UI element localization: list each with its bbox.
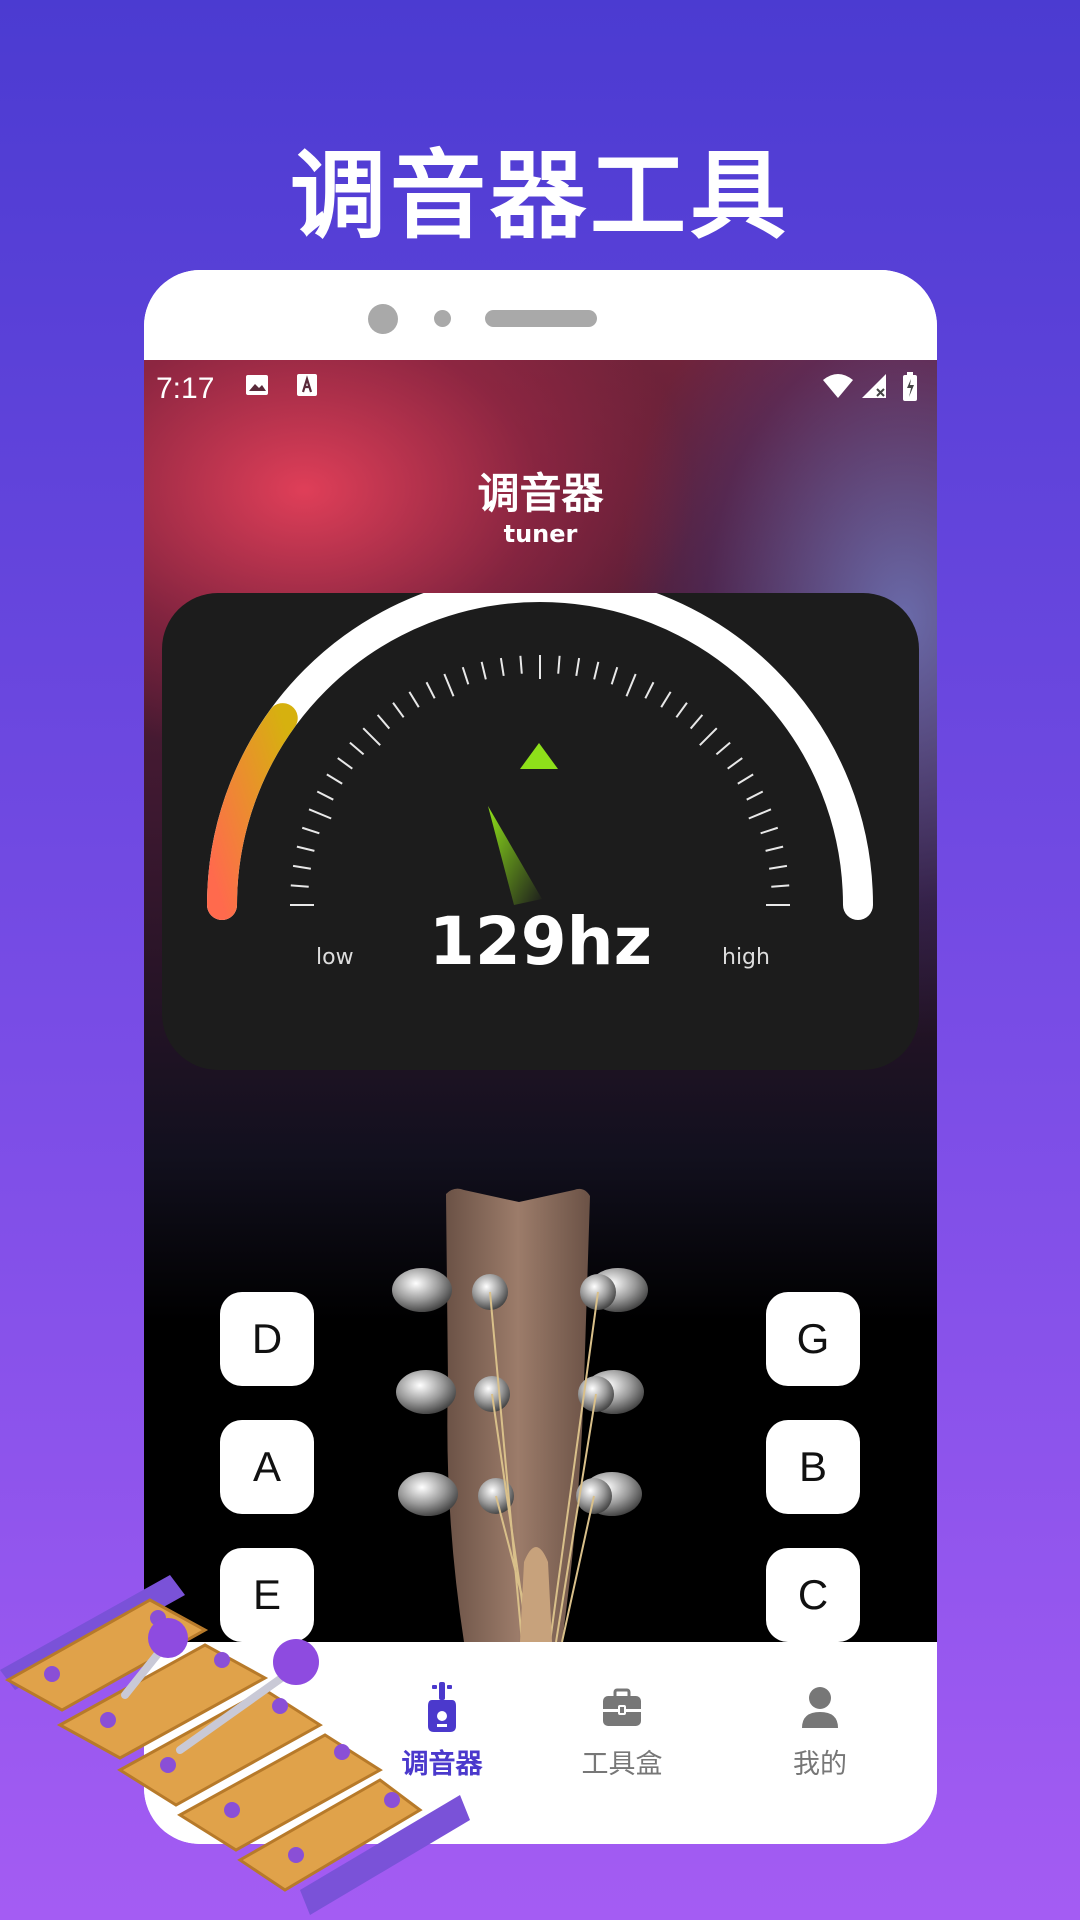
gauge-tick — [737, 773, 754, 785]
sensor-dot — [434, 310, 451, 327]
xylophone-illustration — [0, 1575, 470, 1915]
gauge-tick — [499, 657, 505, 677]
gauge-tick — [326, 773, 343, 785]
gauge-tick — [593, 661, 600, 680]
gauge-tick — [308, 808, 332, 820]
gauge-tick — [408, 691, 420, 708]
text-a-icon — [294, 372, 320, 402]
gauge-tick — [768, 864, 788, 870]
gauge-tick — [301, 826, 320, 835]
gauge-tick — [290, 884, 309, 888]
gauge-tick — [425, 681, 436, 699]
gauge-tick — [392, 702, 405, 718]
gauge-tick — [292, 864, 312, 870]
user-icon — [799, 1687, 841, 1736]
camera-dot — [368, 304, 398, 334]
string-button-a[interactable]: A — [220, 1420, 314, 1514]
gauge-tick — [715, 741, 731, 756]
gauge-arc-progress — [207, 703, 298, 920]
gauge-tick — [557, 655, 561, 674]
gauge-tick — [699, 727, 718, 746]
gauge-tick — [337, 757, 353, 770]
gauge-tick — [519, 655, 523, 674]
gauge-tick — [765, 845, 784, 852]
gauge-tick — [610, 666, 619, 685]
gauge-ticks — [290, 655, 790, 906]
app-screen: 7:17 调音器 tuner 129hz low high D A E G B … — [144, 360, 937, 1642]
gauge-tick — [362, 727, 381, 746]
gauge-tick — [748, 808, 772, 820]
gauge-tick — [349, 741, 365, 756]
tab-toolbox-label: 工具盒 — [581, 1749, 663, 1780]
tab-mine[interactable]: 我的 — [740, 1682, 900, 1781]
gauge-tick — [480, 661, 487, 680]
phone-bezel — [144, 270, 937, 360]
gauge-tick — [644, 681, 655, 699]
string-button-g[interactable]: G — [766, 1292, 860, 1386]
string-button-d[interactable]: D — [220, 1292, 314, 1386]
gauge-tick — [296, 845, 315, 852]
gauge-tick — [675, 702, 688, 718]
gauge-tick — [461, 666, 470, 685]
frequency-readout: 129hz — [428, 903, 653, 980]
gauge-tick — [760, 826, 779, 835]
string-button-b[interactable]: B — [766, 1420, 860, 1514]
gauge-needle — [488, 806, 542, 905]
gauge-tick — [727, 757, 743, 770]
tab-mine-label: 我的 — [793, 1749, 847, 1780]
gauge-tick — [689, 714, 704, 730]
gauge-center-pointer — [520, 743, 558, 769]
gauge-tick — [746, 790, 764, 801]
battery-icon — [902, 372, 918, 406]
tab-toolbox[interactable]: 工具盒 — [542, 1682, 702, 1781]
status-time: 7:17 — [156, 372, 215, 405]
low-label: low — [316, 945, 354, 970]
gauge-tick — [575, 657, 581, 677]
briefcase-icon — [601, 1688, 643, 1736]
speaker-grille — [485, 310, 597, 327]
gauge-tick — [376, 714, 391, 730]
promo-title: 调音器工具 — [290, 140, 790, 252]
tuner-gauge — [207, 593, 873, 920]
app-subtitle: tuner — [503, 520, 578, 548]
signal-icon — [860, 372, 888, 404]
image-icon — [244, 372, 270, 402]
gauge-tick — [443, 673, 455, 697]
string-button-c[interactable]: C — [766, 1548, 860, 1642]
status-bar: 7:17 — [144, 360, 937, 416]
wifi-icon — [822, 372, 854, 404]
tuner-gauge-card: 129hz low high — [162, 593, 919, 1070]
gauge-tick — [660, 691, 672, 708]
gauge-tick — [771, 884, 790, 888]
high-label: high — [722, 945, 770, 970]
gauge-tick — [625, 673, 637, 697]
app-title: 调音器 — [477, 469, 604, 518]
gauge-tick — [316, 790, 334, 801]
